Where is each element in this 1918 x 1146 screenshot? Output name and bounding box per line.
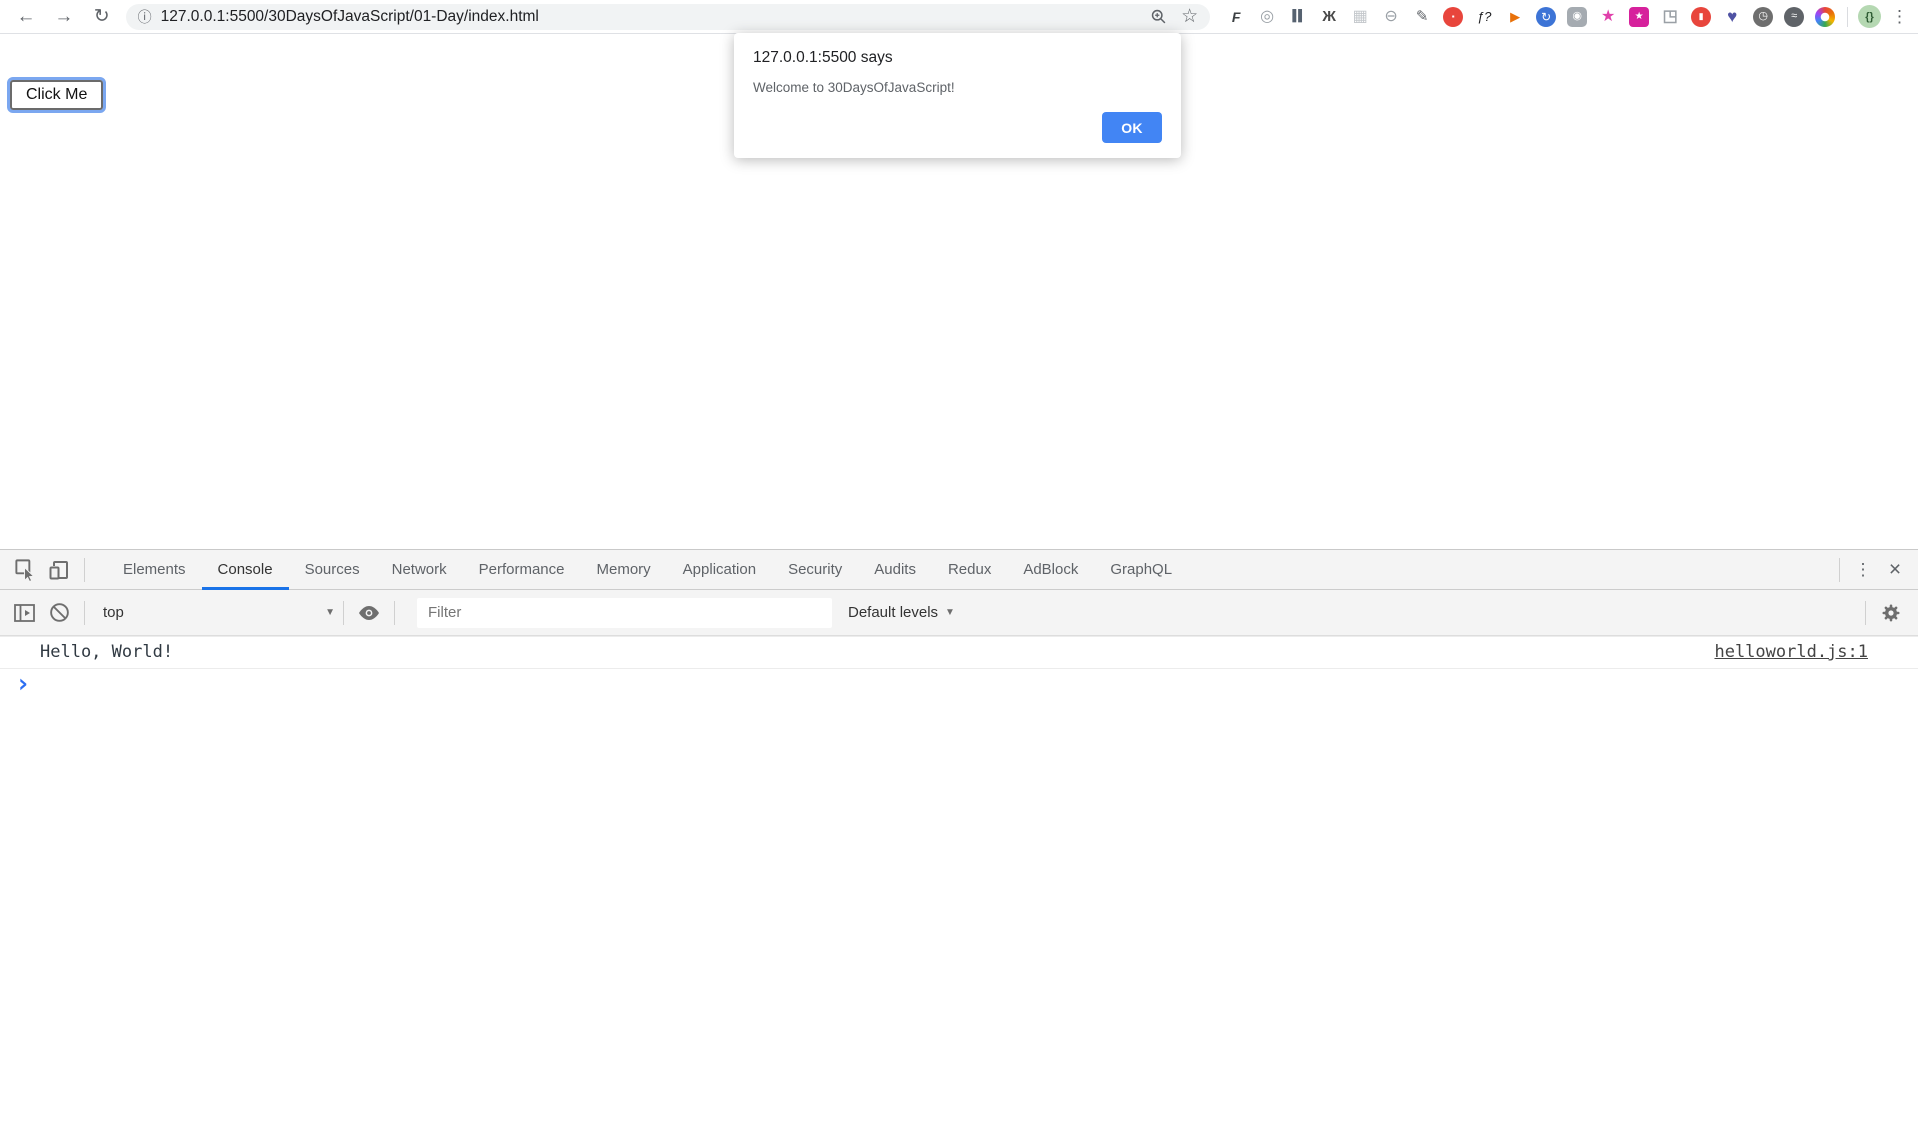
alert-ok-button[interactable]: OK [1102, 112, 1162, 143]
extensions-row: F ◎ ▌▌ Ж ▦ ⊖ ✎ ▪ ƒ? ▶ ↻ ◉ ★ ★ ◳ ▮ ♥ ◷ ≈ [1226, 7, 1835, 27]
stop-hand-icon[interactable]: ▪ [1443, 7, 1463, 27]
console-toolbar-separator-1 [84, 601, 85, 625]
console-prompt-icon: › [15, 669, 31, 699]
clear-console-icon[interactable] [42, 596, 76, 630]
browser-toolbar: ← → ↻ ⓘ 127.0.0.1:5500/30DaysOfJavaScrip… [0, 0, 1918, 34]
function-question-icon[interactable]: ƒ? [1474, 7, 1494, 27]
console-output: Hello, World! helloworld.js:1 › [0, 636, 1918, 697]
back-icon[interactable]: ← [14, 6, 38, 28]
tab-performance[interactable]: Performance [463, 550, 581, 590]
log-levels-selector[interactable]: Default levels ▼ [848, 604, 955, 621]
target-circle-icon[interactable]: ◎ [1257, 7, 1277, 27]
inspect-element-icon[interactable] [8, 550, 42, 590]
filter-input[interactable] [417, 598, 832, 628]
devtools-tabbar: Elements Console Sources Network Perform… [0, 550, 1918, 590]
tabbar-right-separator [1839, 558, 1840, 582]
url-text[interactable]: 127.0.0.1:5500/30DaysOfJavaScript/01-Day… [161, 8, 539, 26]
color-ring-icon[interactable] [1815, 7, 1835, 27]
tab-elements[interactable]: Elements [107, 550, 202, 590]
devtools-panel: Elements Console Sources Network Perform… [0, 549, 1918, 1146]
settings-gear-icon[interactable] [1874, 596, 1908, 630]
forward-icon[interactable]: → [52, 6, 76, 28]
console-message-row: Hello, World! helloworld.js:1 [0, 636, 1918, 669]
console-toolbar: top ▼ Default levels ▼ [0, 590, 1918, 636]
flower-icon[interactable]: ★ [1598, 7, 1618, 27]
alert-dialog: 127.0.0.1:5500 says Welcome to 30DaysOfJ… [734, 33, 1181, 158]
tabbar-separator [84, 558, 85, 582]
devtools-close-icon[interactable]: × [1878, 558, 1912, 582]
click-me-button[interactable]: Click Me [10, 80, 103, 110]
console-source-link[interactable]: helloworld.js:1 [1714, 642, 1868, 662]
tab-application[interactable]: Application [667, 550, 772, 590]
colorzilla-eyedropper-icon[interactable]: ✎ [1412, 7, 1432, 27]
text-tool-icon[interactable]: F [1226, 7, 1246, 27]
swirl-circle-icon[interactable]: ↻ [1536, 7, 1556, 27]
pause-bars-icon[interactable]: ▌▌ [1288, 7, 1308, 27]
console-message-text: Hello, World! [40, 642, 173, 662]
devtools-tabs: Elements Console Sources Network Perform… [107, 550, 1188, 590]
megaphone-icon[interactable]: ▶ [1505, 7, 1525, 27]
click-me-focus-ring: Click Me [7, 77, 106, 113]
tab-memory[interactable]: Memory [581, 550, 667, 590]
tab-graphql[interactable]: GraphQL [1094, 550, 1188, 590]
site-info-icon[interactable]: ⓘ [138, 7, 152, 27]
chevron-down-icon: ▼ [325, 607, 335, 618]
alert-title: 127.0.0.1:5500 says [753, 49, 893, 67]
toolbar-separator [1847, 7, 1848, 27]
browser-menu-icon[interactable]: ⋮ [1891, 7, 1908, 27]
timer-circle-icon[interactable]: ⊖ [1381, 7, 1401, 27]
console-toolbar-separator-2 [343, 601, 344, 625]
reload-icon[interactable]: ↻ [90, 5, 114, 28]
address-bar[interactable]: ⓘ 127.0.0.1:5500/30DaysOfJavaScript/01-D… [126, 4, 1211, 30]
zoom-icon[interactable] [1150, 8, 1167, 25]
tab-sources[interactable]: Sources [289, 550, 376, 590]
wave-circle-icon[interactable]: ≈ [1784, 7, 1804, 27]
tab-network[interactable]: Network [376, 550, 463, 590]
bookmark-star-icon[interactable]: ☆ [1181, 7, 1198, 26]
bug-icon[interactable]: Ж [1319, 7, 1339, 27]
tab-redux[interactable]: Redux [932, 550, 1007, 590]
console-sidebar-icon[interactable] [8, 596, 42, 630]
tab-audits[interactable]: Audits [858, 550, 932, 590]
live-expression-eye-icon[interactable] [352, 596, 386, 630]
heart-search-icon[interactable]: ♥ [1722, 7, 1742, 27]
chevron-down-icon: ▼ [945, 607, 955, 618]
tab-console[interactable]: Console [202, 550, 289, 590]
tab-adblock[interactable]: AdBlock [1007, 550, 1094, 590]
profile-avatar[interactable]: {} [1858, 5, 1881, 28]
bookmark-circle-icon[interactable]: ▮ [1691, 7, 1711, 27]
console-toolbar-separator-3 [394, 601, 395, 625]
device-toolbar-icon[interactable] [42, 550, 76, 590]
console-toolbar-separator-4 [1865, 601, 1866, 625]
camera-icon[interactable]: ◉ [1567, 7, 1587, 27]
log-levels-label: Default levels [848, 604, 938, 621]
alert-message: Welcome to 30DaysOfJavaScript! [753, 80, 955, 95]
devtools-menu-icon[interactable]: ⋮ [1848, 560, 1878, 580]
tab-security[interactable]: Security [772, 550, 858, 590]
gear-square-icon[interactable]: ★ [1629, 7, 1649, 27]
console-prompt[interactable]: › [0, 669, 1918, 697]
corner-pipe-icon[interactable]: ◳ [1660, 7, 1680, 27]
clock-circle-icon[interactable]: ◷ [1753, 7, 1773, 27]
context-selector[interactable]: top ▼ [103, 604, 335, 621]
grid-icon[interactable]: ▦ [1350, 7, 1370, 27]
context-selector-label: top [103, 604, 124, 621]
